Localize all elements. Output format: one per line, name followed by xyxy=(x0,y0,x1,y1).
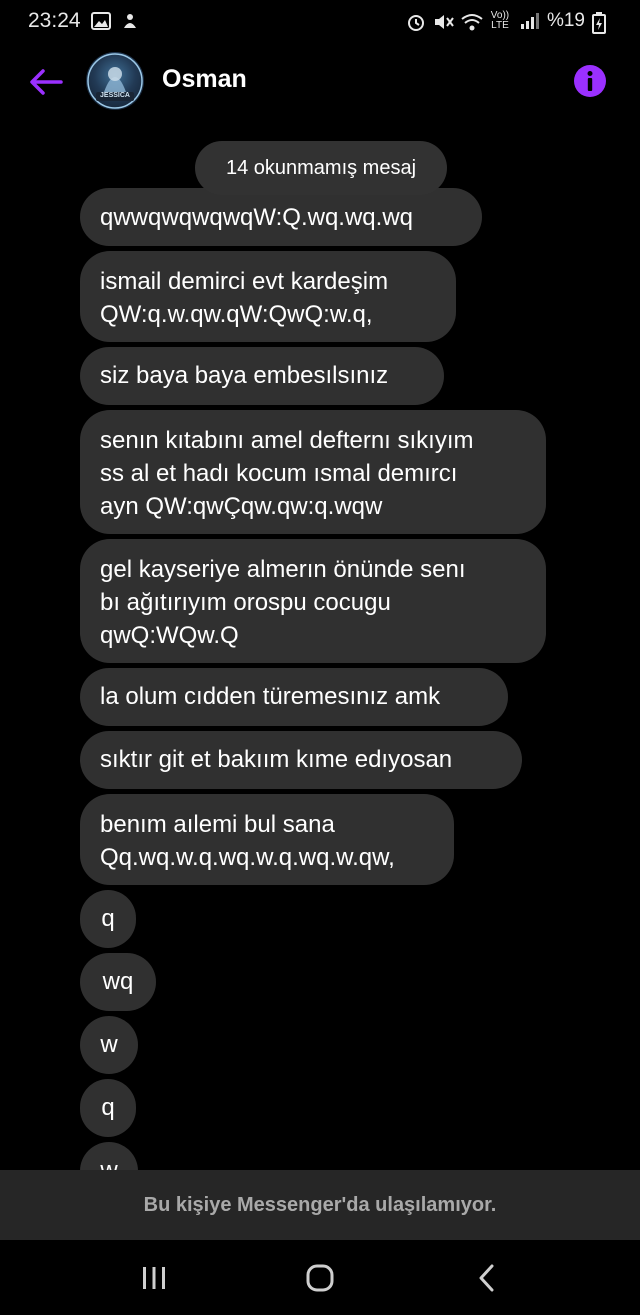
message-text: gel kayseriye almerın önünde senı xyxy=(100,556,466,583)
message-text: qwwqwqwqwqW:Q.wq.wq.wq xyxy=(100,204,413,231)
unavailable-text: Bu kişiye Messenger'da ulaşılamıyor. xyxy=(143,1193,497,1216)
message-text: ayn QW:qwÇqw.qw:q.wqw xyxy=(100,493,383,520)
message-text: sıktır git et bakıım kıme edıyosan xyxy=(100,746,453,773)
unread-messages-pill: 14 okunmamış mesaj xyxy=(195,141,447,195)
avatar-text: JESSICA xyxy=(100,92,130,99)
home-icon xyxy=(306,1264,334,1292)
message-bubble[interactable]: benım aılemi bul sana Qq.wq.w.q.wq.w.q.w… xyxy=(80,794,454,885)
status-left: 23:24 xyxy=(28,9,141,33)
message-bubble[interactable]: q xyxy=(80,1079,136,1137)
message-text: q xyxy=(101,1094,115,1121)
message-bubble[interactable]: siz baya baya embesılsınız xyxy=(80,347,444,405)
back-nav-button[interactable] xyxy=(463,1258,511,1298)
avatar-image xyxy=(87,53,143,109)
message-text: qwQ:WQw.Q xyxy=(100,622,239,649)
message-bubble[interactable]: gel kayseriye almerın önünde senı bı ağı… xyxy=(80,539,546,663)
message-bubble[interactable]: la olum cıdden türemesınız amk xyxy=(80,668,508,726)
recent-apps-button[interactable] xyxy=(130,1258,178,1298)
contact-avatar[interactable]: JESSICA xyxy=(86,52,144,110)
battery-charging-icon xyxy=(592,12,612,34)
status-time: 23:24 xyxy=(28,9,81,32)
message-text: QW:q.w.qw.qW:QwQ:w.q, xyxy=(100,301,373,328)
message-text: la olum cıdden türemesınız amk xyxy=(100,683,441,710)
signal-icon xyxy=(520,12,540,30)
notification-icon xyxy=(121,12,141,30)
network-label: Vo)) LTE xyxy=(490,10,510,31)
message-bubble[interactable]: qwwqwqwqwqW:Q.wq.wq.wq xyxy=(80,188,482,246)
message-bubble[interactable]: sıktır git et bakıım kıme edıyosan xyxy=(80,731,522,789)
contact-name[interactable]: Osman xyxy=(162,65,247,94)
message-bubble[interactable]: senın kıtabını amel defternı sıkıyım ss … xyxy=(80,410,546,534)
message-text: bı ağıtırıyım orospu cocugu xyxy=(100,589,391,616)
message-bubble[interactable]: q xyxy=(80,890,136,948)
message-text: w xyxy=(100,1031,118,1058)
gallery-icon xyxy=(90,12,111,30)
system-nav-bar xyxy=(0,1240,640,1315)
message-text: q xyxy=(101,905,115,932)
info-button[interactable] xyxy=(573,64,607,98)
message-bubble[interactable]: wq xyxy=(80,953,156,1011)
message-bubble[interactable]: w xyxy=(80,1016,138,1074)
message-text: ismail demirci evt kardeşim xyxy=(100,268,389,295)
message-bubble[interactable]: ismail demirci evt kardeşim QW:q.w.qw.qW… xyxy=(80,251,456,342)
message-text: Qq.wq.w.q.wq.w.q.wq.w.qw, xyxy=(100,844,395,871)
chat-header: JESSICA Osman xyxy=(0,48,640,116)
message-text: wq xyxy=(102,968,134,995)
message-text: siz baya baya embesılsınız xyxy=(100,362,389,389)
back-nav-icon xyxy=(479,1264,494,1292)
status-bar: 23:24 Vo)) LTE %19 xyxy=(0,0,640,42)
mute-icon xyxy=(433,12,454,30)
status-right: Vo)) LTE %19 xyxy=(406,10,612,34)
unavailable-banner: Bu kişiye Messenger'da ulaşılamıyor. xyxy=(0,1170,640,1240)
message-text: senın kıtabını amel defternı sıkıyım xyxy=(100,427,474,454)
back-arrow-icon xyxy=(30,69,63,95)
info-icon xyxy=(574,65,606,97)
message-text: ss al et hadı kocum ısmal demırcı xyxy=(100,460,458,487)
home-button[interactable] xyxy=(296,1258,344,1298)
alarm-icon xyxy=(406,12,426,31)
message-text: benım aılemi bul sana xyxy=(100,811,335,838)
battery-percent: %19 xyxy=(546,10,585,31)
back-button[interactable] xyxy=(26,62,66,102)
wifi-icon xyxy=(460,12,483,31)
recent-apps-icon xyxy=(143,1267,165,1289)
